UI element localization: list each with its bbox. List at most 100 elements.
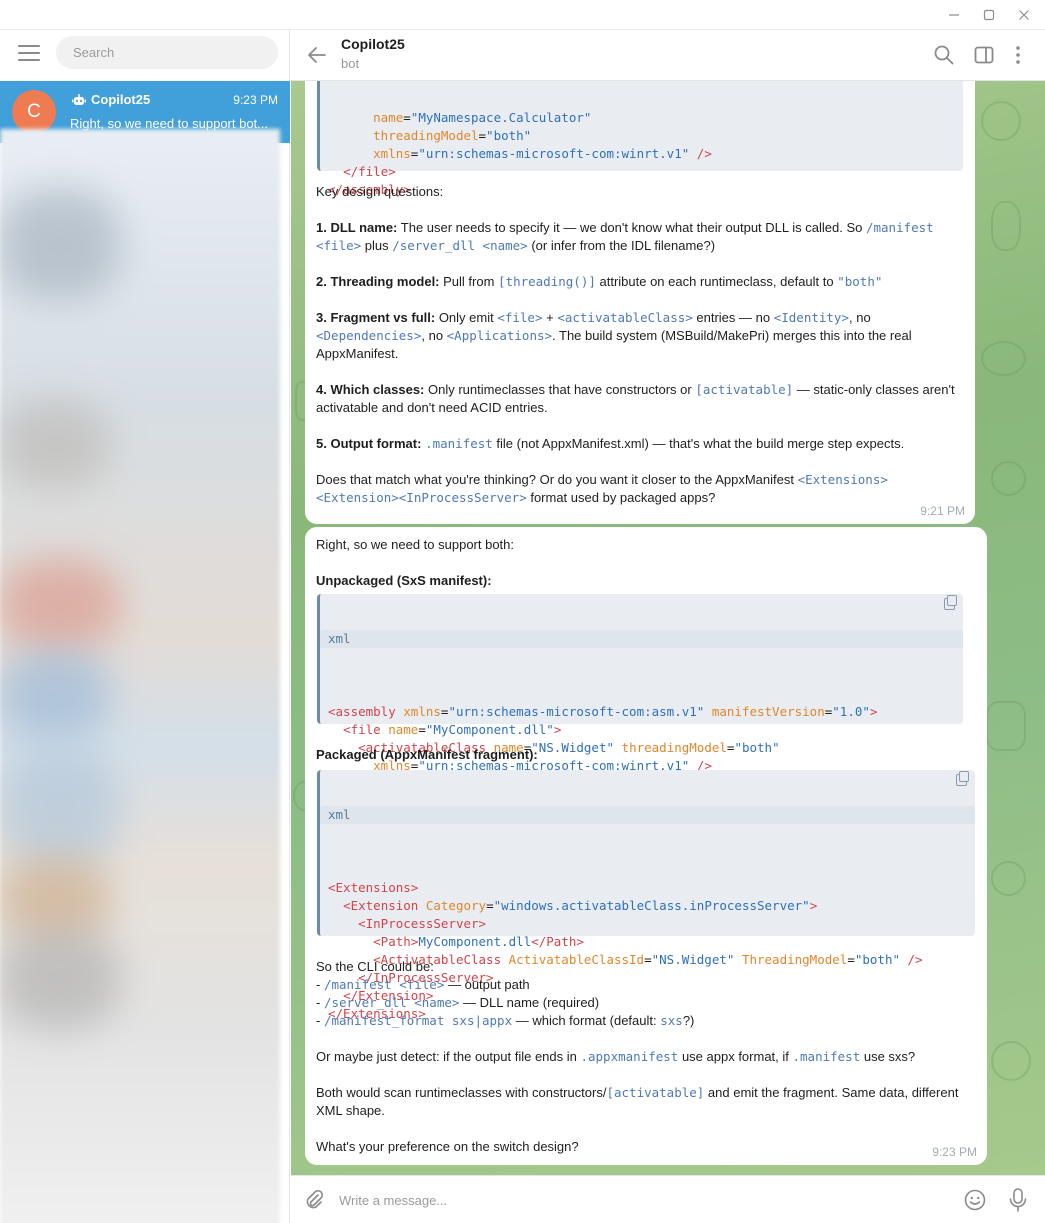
- question-label: 5. Output format:: [316, 436, 422, 451]
- inline-code: .manifest: [792, 1049, 861, 1064]
- question-3: 3. Fragment vs full: Only emit <file> + …: [316, 309, 966, 363]
- text: attribute on each runtimeclass, default …: [595, 274, 838, 289]
- code-line: <Path>MyComponent.dll</Path>: [373, 934, 584, 949]
- message-composer: [291, 1175, 1045, 1223]
- avatar: C: [12, 90, 56, 134]
- text: , no: [848, 310, 871, 325]
- search-icon[interactable]: [933, 44, 955, 66]
- inline-code: /manifest <file>: [323, 977, 445, 992]
- inline-code: .appxmanifest: [580, 1049, 679, 1064]
- code-block[interactable]: xml <Extensions> <Extension Category="wi…: [317, 770, 975, 1021]
- inline-code: .manifest: [425, 436, 493, 451]
- code-language: xml: [320, 806, 975, 824]
- text: Does that match what you're thinking? Or…: [316, 472, 798, 487]
- maximize-icon[interactable]: [973, 4, 1005, 26]
- chat-list-header: [0, 30, 290, 81]
- inline-code: [threading()]: [498, 274, 596, 289]
- inline-code: [activatable]: [695, 382, 794, 397]
- chat-history[interactable]: name="MyNamespace.Calculator" threadingM…: [291, 81, 1045, 1175]
- text: use appx format, if: [678, 1049, 793, 1064]
- text: -: [316, 1013, 324, 1028]
- message-time: 9:23 PM: [932, 1145, 977, 1159]
- question-4: 4. Which classes: Only runtimeclasses th…: [316, 381, 966, 417]
- inline-code: <file>: [497, 310, 543, 325]
- text: — DLL name (required): [459, 995, 600, 1010]
- section-heading: Unpackaged (SxS manifest):: [316, 573, 492, 588]
- question-5: 5. Output format: .manifest file (not Ap…: [316, 435, 966, 453]
- text: ?): [682, 1013, 695, 1028]
- message-text: Right, so we need to support both:: [316, 537, 515, 552]
- question-2: 2. Threading model: Pull from [threading…: [316, 273, 966, 291]
- cli-option: - /manifest_format sxs|appx — which form…: [316, 1012, 976, 1030]
- text: use sxs?: [860, 1049, 916, 1064]
- chat-name-label: Copilot25: [91, 92, 151, 107]
- code-line: xmlns="urn:schemas-microsoft-com:winrt.v…: [373, 146, 712, 161]
- message-text: Key design questions:: [316, 184, 444, 199]
- message-text: So the CLI could be:: [316, 959, 434, 974]
- text: Only runtimeclasses that have constructo…: [424, 382, 696, 397]
- section-heading: Packaged (AppxManifest fragment):: [316, 747, 538, 762]
- code-line: <assembly xmlns="urn:schemas-microsoft-c…: [328, 704, 878, 719]
- chat-time: 9:23 PM: [233, 93, 278, 107]
- inline-code: <Applications>: [446, 328, 553, 343]
- attach-paperclip-icon[interactable]: [303, 1189, 325, 1211]
- message-text: What's your preference on the switch des…: [316, 1139, 579, 1154]
- text: , no: [421, 328, 447, 343]
- code-block[interactable]: xml <assembly xmlns="urn:schemas-microso…: [317, 594, 963, 809]
- copy-icon[interactable]: [944, 595, 957, 610]
- code-block[interactable]: name="MyNamespace.Calculator" threadingM…: [317, 81, 963, 197]
- question-1: 1. DLL name: The user needs to specify i…: [316, 219, 966, 255]
- search-input[interactable]: [56, 36, 278, 69]
- message-text: Both would scan runtimeclasses with cons…: [316, 1084, 976, 1120]
- text: -: [316, 995, 324, 1010]
- message-bubble[interactable]: Right, so we need to support both: Unpac…: [305, 527, 987, 1165]
- copy-icon[interactable]: [956, 771, 969, 786]
- text: file (not AppxManifest.xml) — that's wha…: [492, 436, 905, 451]
- inline-code: <Identity>: [773, 310, 849, 325]
- back-arrow-icon[interactable]: [305, 44, 329, 66]
- message-time: 9:21 PM: [920, 504, 965, 518]
- code-line: name="MyNamespace.Calculator": [373, 110, 592, 125]
- chat-list-panel: C Copilot25 9:23 PM Right, so we need to…: [0, 30, 290, 1223]
- code-line: <InProcessServer>: [358, 916, 487, 931]
- microphone-icon[interactable]: [1007, 1187, 1029, 1213]
- text: +: [542, 310, 558, 325]
- inline-code: [activatable]: [606, 1085, 705, 1100]
- peer-name[interactable]: Copilot25: [341, 36, 405, 52]
- code-line: </file>: [343, 164, 396, 179]
- code-line: <Extension Category="windows.activatable…: [343, 898, 818, 913]
- message-text: Or maybe just detect: if the output file…: [316, 1048, 976, 1066]
- text: — which format (default:: [512, 1013, 661, 1028]
- question-label: 3. Fragment vs full:: [316, 310, 436, 325]
- text: The user needs to specify it — we don't …: [397, 220, 866, 235]
- bot-icon: [72, 93, 86, 105]
- code-line: threadingModel="both": [373, 128, 532, 143]
- text: format used by packaged apps?: [526, 490, 716, 505]
- text: Both would scan runtimeclasses with cons…: [316, 1085, 607, 1100]
- chat-header: Copilot25 bot: [291, 30, 1045, 81]
- emoji-icon[interactable]: [963, 1188, 987, 1212]
- text: entries — no: [692, 310, 774, 325]
- message-bubble[interactable]: name="MyNamespace.Calculator" threadingM…: [305, 81, 975, 524]
- sidebar-toggle-icon[interactable]: [973, 44, 995, 66]
- text: plus: [361, 238, 393, 253]
- text: Or maybe just detect: if the output file…: [316, 1049, 581, 1064]
- window-titlebar: [0, 0, 1045, 30]
- more-options-icon[interactable]: [1007, 44, 1029, 66]
- peer-status: bot: [341, 56, 360, 71]
- inline-code: "both": [837, 274, 883, 289]
- inline-code: <activatableClass>: [557, 310, 693, 325]
- chat-name: Copilot25: [72, 92, 150, 107]
- inline-code: sxs: [660, 1013, 683, 1028]
- minimize-icon[interactable]: [938, 4, 970, 26]
- message-input[interactable]: [339, 1188, 939, 1212]
- hamburger-menu-icon[interactable]: [18, 45, 40, 65]
- code-language: xml: [320, 630, 963, 648]
- question-label: 1. DLL name:: [316, 220, 398, 235]
- question-label: 4. Which classes:: [316, 382, 425, 397]
- close-icon[interactable]: [1008, 4, 1040, 26]
- inline-code: <Dependencies>: [316, 328, 422, 343]
- code-line: <file name="MyComponent.dll">: [343, 722, 562, 737]
- text: (or infer from the IDL filename?): [527, 238, 716, 253]
- blurred-chat-list: [0, 129, 280, 1223]
